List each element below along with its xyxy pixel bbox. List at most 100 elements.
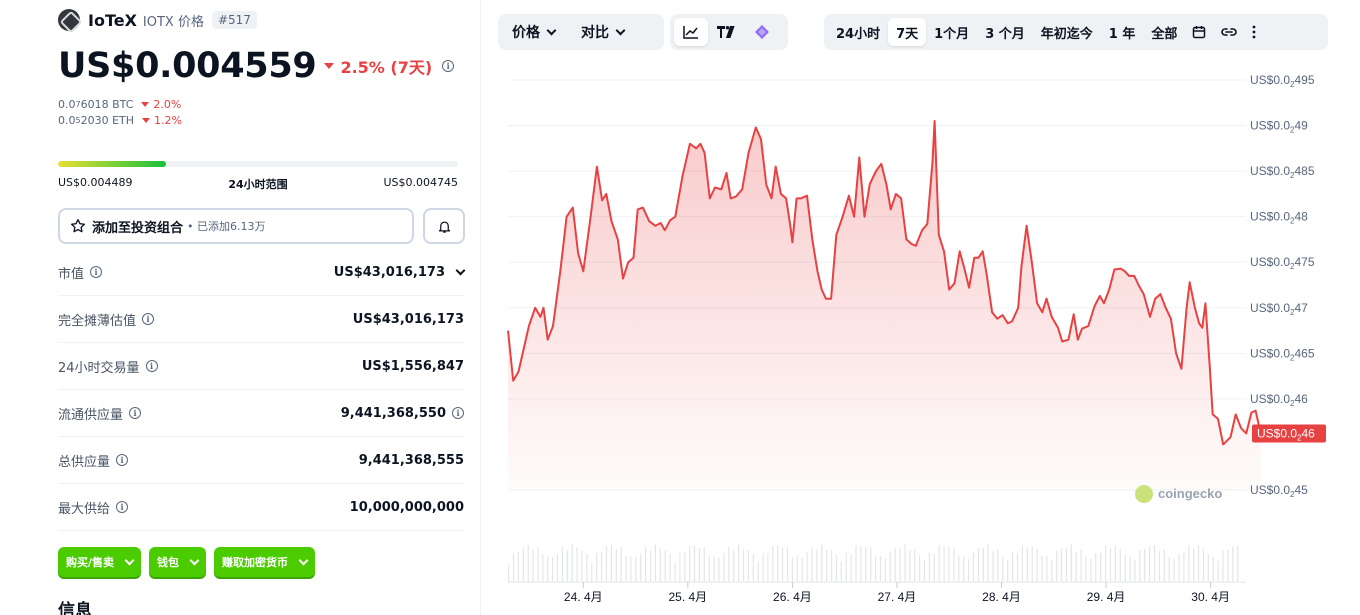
volume-bar [645, 547, 647, 582]
stat-row: 完全摊薄估值 i US$43,016,173 [58, 296, 464, 343]
range-tab[interactable]: 全部 [1143, 18, 1185, 46]
volume-bar [860, 546, 862, 582]
volume-bar [767, 553, 769, 582]
more-button[interactable] [1245, 18, 1263, 46]
stat-label-text: 完全摊薄估值 [58, 313, 137, 329]
info-icon[interactable]: i [90, 266, 103, 278]
volume-bar [801, 558, 803, 582]
stat-value: 9,441,368,555 [359, 453, 464, 468]
portfolio-count: • 已添加6.13万 [187, 220, 266, 233]
range-title: 24小时范围 [228, 178, 288, 191]
tradingview-button[interactable] [708, 18, 744, 46]
down-arrow-icon [324, 63, 335, 69]
range-bar-24h [58, 161, 458, 167]
volume-bar [1036, 548, 1038, 582]
volume-bar [943, 546, 945, 582]
y-tick-label: US$0.0248 [1250, 210, 1308, 226]
volume-bar [674, 562, 676, 582]
info-icon[interactable]: i [116, 454, 129, 466]
buy-sell-button[interactable]: 购买/售卖 [58, 547, 142, 577]
stat-row: 市值 i US$43,016,173 [58, 249, 466, 296]
volume-bar [933, 554, 935, 582]
candlestick-premium-button[interactable] [744, 18, 780, 46]
link-button[interactable] [1213, 18, 1245, 46]
price-alert-button[interactable] [423, 208, 465, 244]
volume-bar [1041, 555, 1043, 582]
volume-bar [1080, 549, 1082, 582]
coin-name: IoTeX [88, 10, 137, 30]
label-digits: 495 [1294, 73, 1314, 87]
volume-bar [1031, 546, 1033, 582]
earn-crypto-button[interactable]: 赚取加密货币 [214, 547, 316, 577]
range-tab[interactable]: 3 个月 [977, 18, 1033, 46]
volume-bar [938, 545, 940, 582]
range-tab[interactable]: 年初迄今 [1033, 18, 1101, 46]
calendar-button[interactable] [1185, 18, 1213, 46]
volume-bar [1139, 550, 1141, 582]
volume-bar [782, 547, 784, 582]
label-prefix: US$0.0 [1250, 392, 1290, 406]
label-prefix: US$0.0 [1250, 346, 1290, 360]
volume-bar [1109, 548, 1112, 582]
info-section-title: 信息 [58, 601, 92, 615]
volume-bar [806, 552, 808, 582]
stat-label: 市值 i [58, 263, 103, 282]
volume-bar [772, 546, 774, 582]
volume-bar [1207, 554, 1209, 582]
label-digits: 485 [1294, 164, 1314, 178]
volume-bar [1124, 554, 1126, 582]
compare-dropdown[interactable]: 对比 [571, 18, 634, 46]
y-tick-label: US$0.0249 [1250, 119, 1308, 135]
volume-bar [630, 556, 632, 582]
line-chart-button[interactable] [674, 18, 708, 46]
price-change-7d: 2.5% (7天) [324, 54, 432, 78]
label-prefix: US$0.0 [1257, 427, 1297, 441]
stat-value: 9,441,368,550 i [341, 406, 464, 421]
volume-bar [894, 547, 896, 582]
info-icon[interactable]: i [142, 313, 155, 325]
action-button-label: 购买/售卖 [66, 556, 115, 569]
stat-value-text: 9,441,368,550 [340, 405, 446, 421]
volume-bar [537, 546, 539, 582]
label-digits: 46 [1301, 427, 1315, 441]
wallet-button[interactable]: 钱包 [149, 547, 207, 577]
x-tick-label: 27. 4月 [878, 590, 917, 604]
label-prefix: US$0.0 [1250, 119, 1290, 133]
add-to-portfolio-button[interactable]: 添加至投资组合 • 已添加6.13万 [58, 208, 414, 244]
info-icon[interactable]: i [145, 360, 158, 372]
info-icon[interactable]: i [116, 501, 129, 513]
range-tab[interactable]: 7天 [888, 18, 927, 46]
chevron-down-icon [455, 265, 466, 275]
volume-bar [738, 544, 740, 582]
label-prefix: US$0.0 [1250, 210, 1290, 224]
volume-bar [679, 552, 681, 582]
info-icon[interactable]: i [452, 407, 464, 419]
iotex-logo-icon [58, 9, 80, 31]
volume-bar [752, 554, 754, 582]
range-tab[interactable]: 1个月 [926, 18, 977, 46]
volume-bar [742, 549, 745, 582]
info-icon[interactable]: i [442, 60, 455, 72]
range-tab[interactable]: 1 年 [1101, 18, 1144, 46]
stat-row: 流通供应量 i 9,441,368,550 i [58, 390, 464, 437]
x-tick-label: 25. 4月 [668, 590, 707, 604]
label-digits: 47 [1294, 301, 1308, 315]
btc-price-prefix: 0.0 [58, 98, 76, 111]
price-chart[interactable]: US$0.02495US$0.0249US$0.02485US$0.0248US… [480, 60, 1360, 615]
time-range-group: 24小时 7天 1个月 3 个月 年初迄今 1 年全部 [824, 14, 1328, 50]
label-digits: 475 [1294, 255, 1314, 269]
stat-label-text: 24小时交易量 [58, 360, 140, 376]
range-tab[interactable]: 24小时 [828, 18, 888, 46]
volume-bar [899, 548, 901, 582]
volume-bar [1119, 548, 1121, 582]
stat-value[interactable]: US$43,016,173 [334, 265, 466, 280]
y-tick-label: US$0.0246 [1250, 392, 1308, 408]
volume-bar [840, 561, 842, 582]
price-dropdown[interactable]: 价格 [502, 18, 565, 46]
y-tick-label: US$0.02485 [1250, 164, 1315, 180]
volume-bar [508, 564, 510, 582]
info-icon[interactable]: i [129, 407, 142, 419]
volume-bar [1065, 547, 1067, 582]
volume-bar [723, 552, 725, 582]
price-row: US$0.004559 2.5% (7天) i [58, 44, 455, 88]
